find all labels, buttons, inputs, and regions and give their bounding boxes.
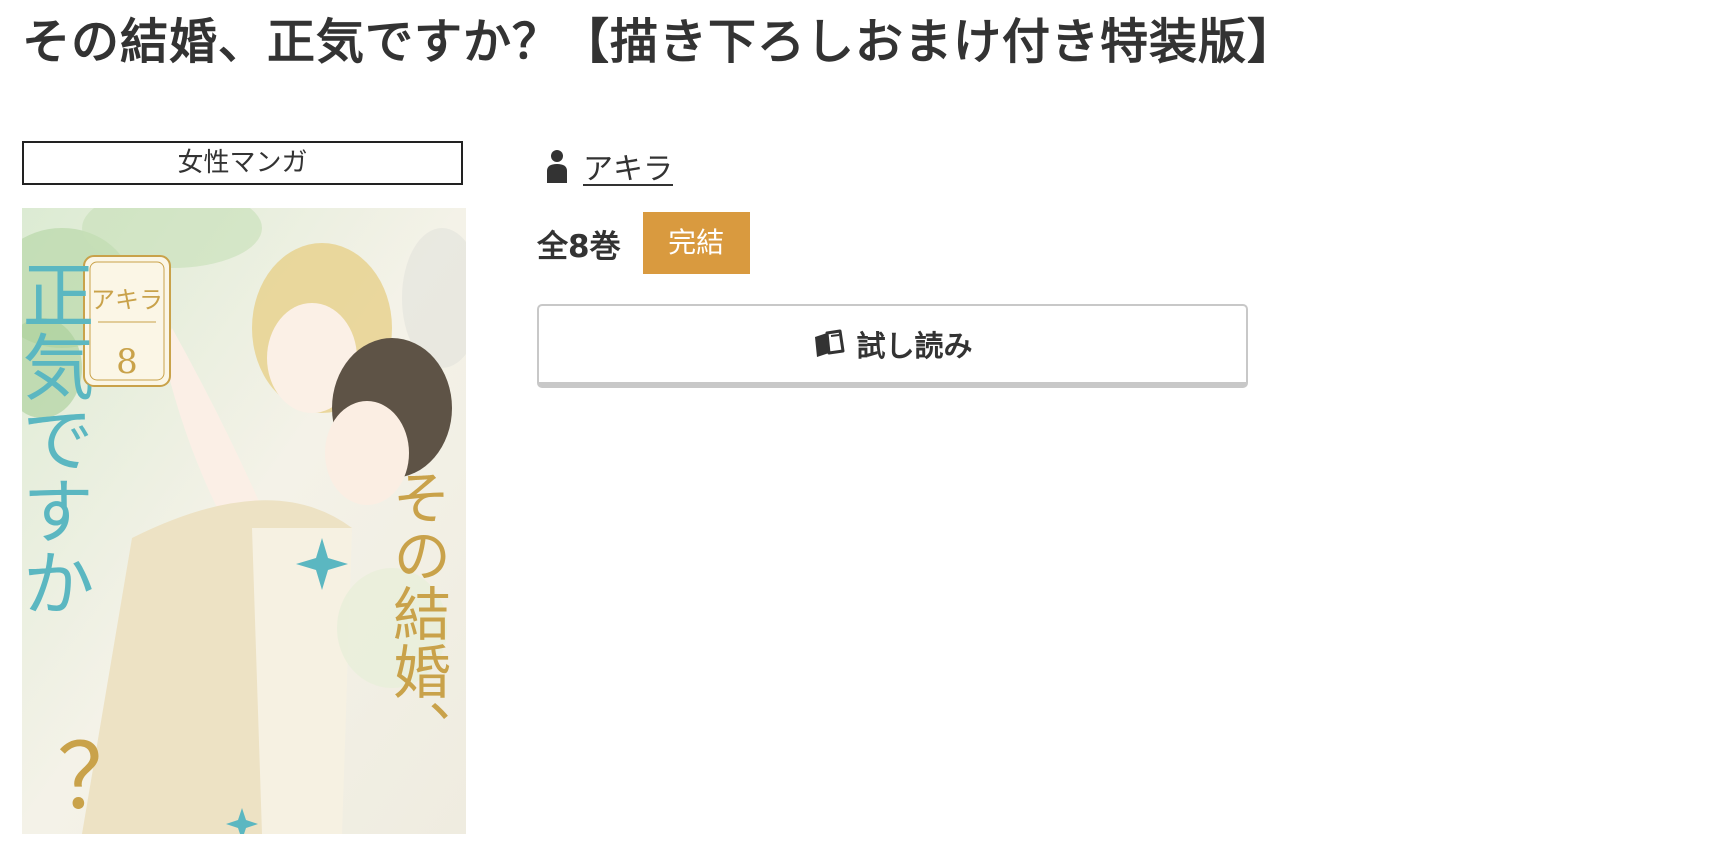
genre-badge[interactable]: 女性マンガ <box>22 141 463 185</box>
open-book-icon <box>812 329 846 359</box>
cover-question-mark: ？ <box>57 725 147 830</box>
cover-volume-number: 8 <box>116 342 138 382</box>
cover-image[interactable]: アキラ 8 正気ですか その結婚、 ？ <box>22 208 466 834</box>
cover-title-gold: その結婚、 <box>383 468 451 758</box>
page-title: その結婚、正気ですか？【描き下ろしおまけ付き特装版】 <box>22 14 1297 70</box>
person-icon <box>545 149 569 183</box>
trial-read-label: 試し読み <box>856 329 973 363</box>
cover-author-text: アキラ <box>91 286 163 314</box>
cover-title-teal: 正気ですか <box>22 258 94 618</box>
volume-count: 全8巻 <box>537 228 621 265</box>
cover-illustration: アキラ 8 正気ですか その結婚、 ？ <box>22 208 466 834</box>
author-link[interactable]: アキラ <box>583 144 673 188</box>
status-badge: 完結 <box>642 212 750 274</box>
trial-read-button[interactable]: 試し読み <box>537 304 1248 388</box>
author-row: アキラ <box>545 144 673 188</box>
volume-info: 全8巻 完結 <box>537 212 750 274</box>
